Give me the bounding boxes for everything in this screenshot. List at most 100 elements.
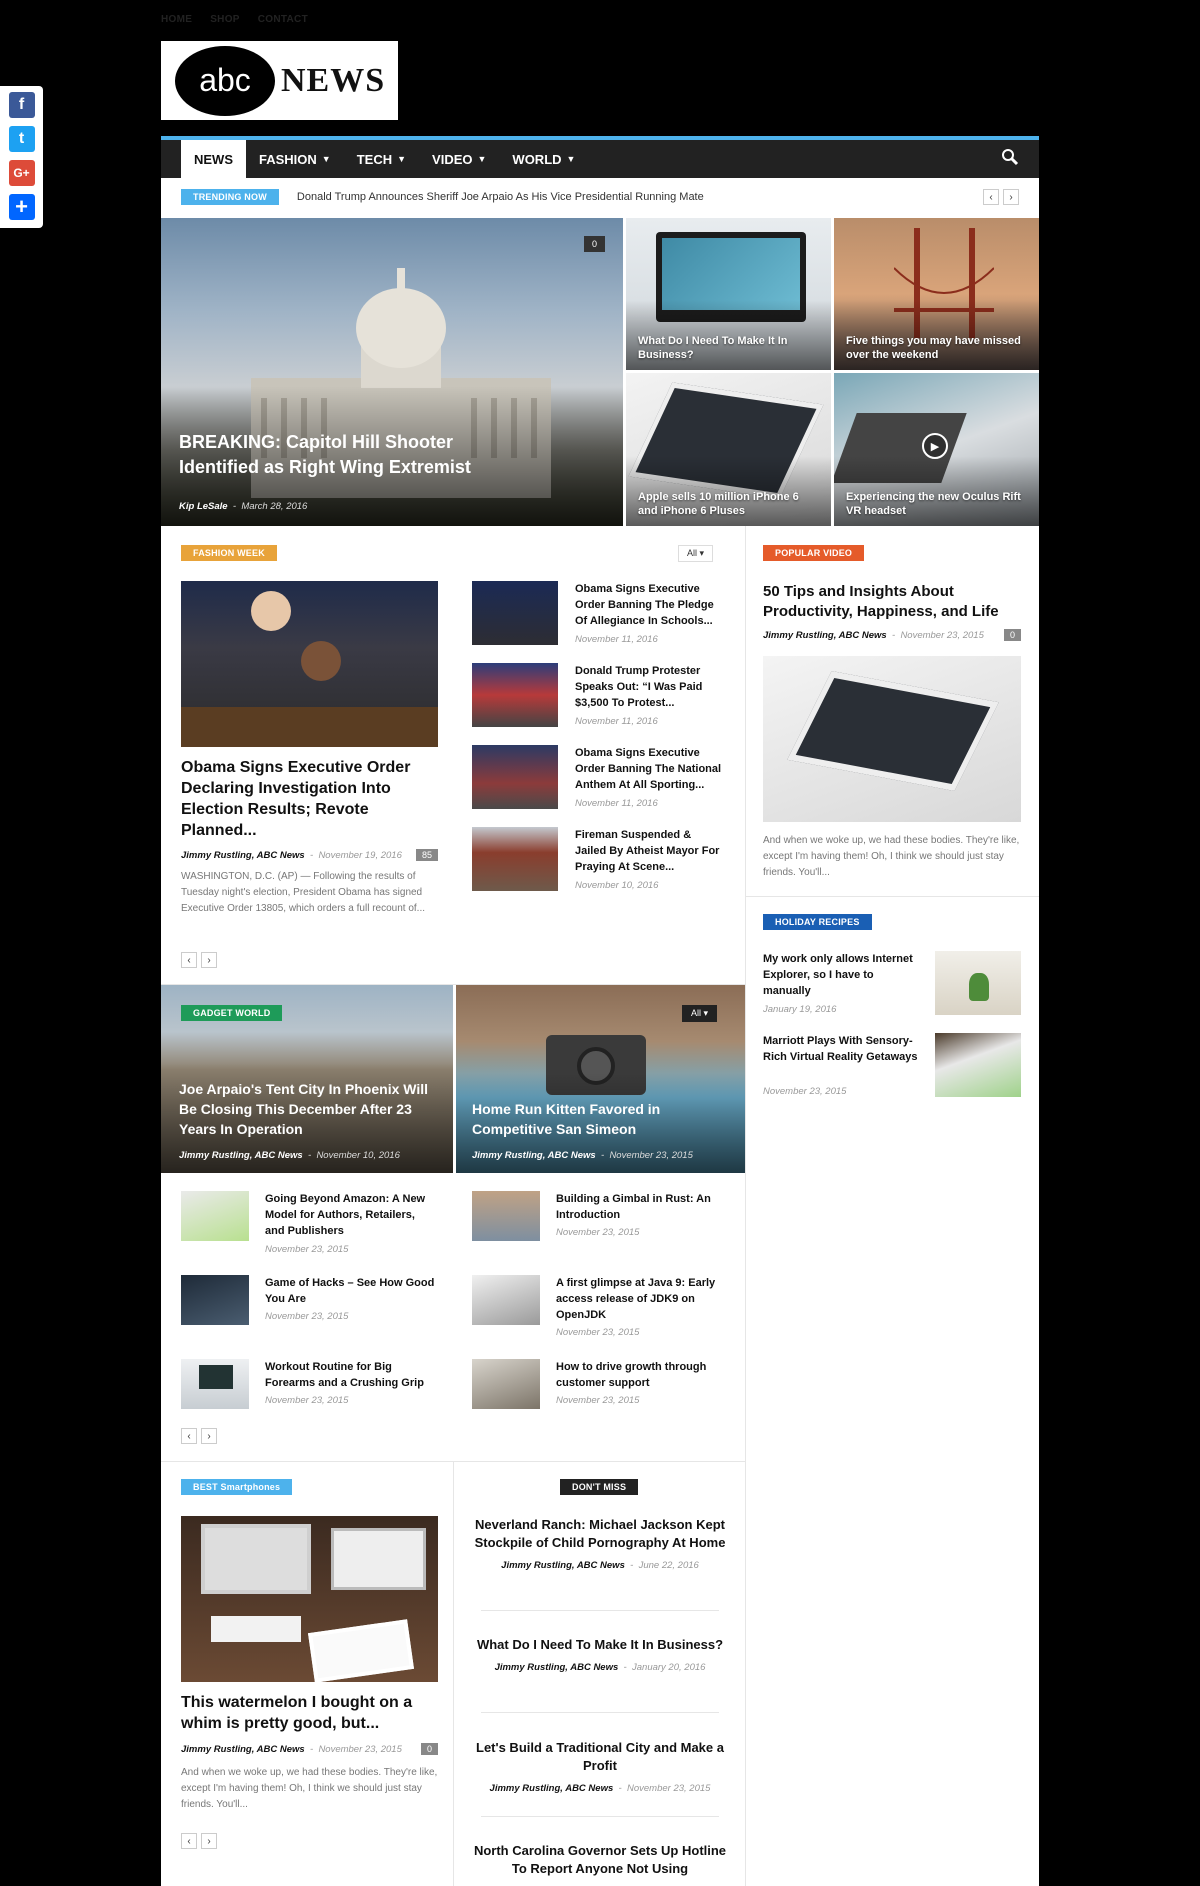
gadget-list-title-3[interactable]: Game of Hacks – See How Good You Are bbox=[265, 1275, 435, 1307]
hero-main-tile[interactable]: 0 BREAKING: Capitol Hill Shooter Identif… bbox=[161, 218, 623, 526]
gadget-list-date-1: November 23, 2015 bbox=[265, 1244, 349, 1255]
chevron-right-icon[interactable]: › bbox=[201, 1428, 217, 1444]
gadget-left-title[interactable]: Joe Arpaio's Tent City In Phoenix Will B… bbox=[179, 1079, 439, 1139]
nav-video[interactable]: VIDEO ▼ bbox=[419, 140, 499, 178]
comment-count[interactable]: 0 bbox=[420, 1743, 438, 1755]
dont-miss-title-4[interactable]: North Carolina Governor Sets Up Hotline … bbox=[469, 1842, 731, 1878]
fashion-main-title[interactable]: Obama Signs Executive Order Declaring In… bbox=[181, 757, 438, 841]
dont-miss-item-3: Let's Build a Traditional City and Make … bbox=[469, 1739, 731, 1794]
fashion-main-excerpt: WASHINGTON, D.C. (AP) — Following the re… bbox=[181, 871, 426, 914]
popular-video-label: POPULAR VIDEO bbox=[763, 545, 865, 561]
gadget-list-title-5[interactable]: Workout Routine for Big Forearms and a C… bbox=[265, 1359, 435, 1391]
gadget-list-title-6[interactable]: How to drive growth through customer sup… bbox=[556, 1359, 726, 1391]
chevron-right-icon[interactable]: › bbox=[201, 952, 217, 968]
fashion-filter-dropdown[interactable]: All ▾ bbox=[678, 545, 714, 562]
chevron-left-icon[interactable]: ‹ bbox=[983, 189, 999, 205]
dont-miss-title-2[interactable]: What Do I Need To Make It In Business? bbox=[469, 1636, 731, 1654]
twitter-icon[interactable]: t bbox=[8, 126, 35, 152]
list-thumb[interactable] bbox=[472, 827, 558, 891]
hero-tile-1-title[interactable]: What Do I Need To Make It In Business? bbox=[638, 334, 819, 362]
fashion-week-label: FASHION WEEK bbox=[181, 545, 277, 561]
hero-main-title[interactable]: BREAKING: Capitol Hill Shooter Identifie… bbox=[179, 430, 523, 480]
top-menu-shop[interactable]: SHOP bbox=[210, 14, 240, 25]
hero-tile-2-title[interactable]: Five things you may have missed over the… bbox=[846, 334, 1027, 362]
popular-image[interactable] bbox=[763, 656, 1021, 822]
holiday-thumb-1[interactable] bbox=[935, 951, 1021, 1015]
dont-miss-title-1[interactable]: Neverland Ranch: Michael Jackson Kept St… bbox=[469, 1516, 731, 1552]
comment-count[interactable]: 85 bbox=[415, 849, 438, 861]
trending-label: TRENDING NOW bbox=[181, 189, 279, 205]
gadget-list-title-2[interactable]: Building a Gimbal in Rust: An Introducti… bbox=[556, 1191, 726, 1223]
hero-tile-1[interactable]: What Do I Need To Make It In Business? bbox=[626, 218, 831, 370]
facebook-icon[interactable]: f bbox=[8, 92, 35, 118]
gadget-list-date-6: November 23, 2015 bbox=[556, 1395, 640, 1406]
fashion-main-image[interactable] bbox=[181, 581, 438, 747]
top-menu-contact[interactable]: CONTACT bbox=[258, 14, 308, 25]
gadget-right-meta: Jimmy Rustling, ABC News - November 23, … bbox=[472, 1150, 693, 1161]
list-thumb[interactable] bbox=[181, 1275, 249, 1325]
gadget-list-date-4: November 23, 2015 bbox=[556, 1327, 640, 1338]
hero-tile-3-title[interactable]: Apple sells 10 million iPhone 6 and iPho… bbox=[638, 490, 819, 518]
popular-meta: Jimmy Rustling, ABC News - November 23, … bbox=[763, 629, 1021, 641]
gadget-right-tile[interactable]: All ▾ Home Run Kitten Favored in Competi… bbox=[456, 985, 745, 1173]
list-thumb[interactable] bbox=[472, 745, 558, 809]
list-thumb[interactable] bbox=[181, 1359, 249, 1409]
chevron-right-icon[interactable]: › bbox=[201, 1833, 217, 1849]
holiday-date-1: January 19, 2016 bbox=[763, 1004, 837, 1015]
gadget-list-title-1[interactable]: Going Beyond Amazon: A New Model for Aut… bbox=[265, 1191, 435, 1239]
popular-title[interactable]: 50 Tips and Insights About Productivity,… bbox=[763, 582, 1021, 622]
dont-miss-item-2: What Do I Need To Make It In Business? J… bbox=[469, 1636, 731, 1673]
dont-miss-title-3[interactable]: Let's Build a Traditional City and Make … bbox=[469, 1739, 731, 1775]
site-logo[interactable]: abc NEWS bbox=[161, 41, 398, 120]
top-menu-home[interactable]: HOME bbox=[161, 14, 192, 25]
chevron-left-icon[interactable]: ‹ bbox=[181, 952, 197, 968]
gadget-list-date-5: November 23, 2015 bbox=[265, 1395, 349, 1406]
google-plus-icon[interactable]: G+ bbox=[8, 160, 35, 186]
nav-tech[interactable]: TECH ▼ bbox=[344, 140, 419, 178]
popular-excerpt: And when we woke up, we had these bodies… bbox=[763, 835, 1020, 878]
gadget-list-title-4[interactable]: A first glimpse at Java 9: Early access … bbox=[556, 1275, 726, 1323]
gadget-list-date-2: November 23, 2015 bbox=[556, 1227, 640, 1238]
smart-title[interactable]: This watermelon I bought on a whim is pr… bbox=[181, 1692, 438, 1734]
hero-comment-count[interactable]: 0 bbox=[583, 236, 605, 252]
nav-fashion[interactable]: FASHION ▼ bbox=[246, 140, 344, 178]
comment-count[interactable]: 0 bbox=[1003, 629, 1021, 641]
fashion-list-title-3[interactable]: Obama Signs Executive Order Banning The … bbox=[575, 745, 725, 793]
gadget-right-title[interactable]: Home Run Kitten Favored in Competitive S… bbox=[472, 1099, 725, 1139]
chevron-down-icon: ▼ bbox=[477, 154, 487, 164]
share-icon[interactable]: + bbox=[8, 194, 35, 220]
gadget-filter-dropdown[interactable]: All ▾ bbox=[682, 1005, 718, 1022]
chevron-left-icon[interactable]: ‹ bbox=[181, 1428, 197, 1444]
fashion-list-title-4[interactable]: Fireman Suspended & Jailed By Atheist Ma… bbox=[575, 827, 725, 875]
nav-news[interactable]: NEWS bbox=[181, 140, 246, 178]
holiday-thumb-2[interactable] bbox=[935, 1033, 1021, 1097]
dont-miss-item-1: Neverland Ranch: Michael Jackson Kept St… bbox=[469, 1516, 731, 1571]
list-thumb[interactable] bbox=[181, 1191, 249, 1241]
holiday-title-2[interactable]: Marriott Plays With Sensory-Rich Virtual… bbox=[763, 1033, 923, 1065]
gadget-left-tile[interactable]: GADGET WORLD Joe Arpaio's Tent City In P… bbox=[161, 985, 453, 1173]
search-icon[interactable] bbox=[1001, 148, 1019, 166]
smart-image[interactable] bbox=[181, 1516, 438, 1682]
chevron-down-icon: ▼ bbox=[397, 154, 407, 164]
list-thumb[interactable] bbox=[472, 663, 558, 727]
hero-tile-4-title[interactable]: Experiencing the new Oculus Rift VR head… bbox=[846, 490, 1027, 518]
dont-miss-label: DON'T MISS bbox=[560, 1479, 639, 1495]
fashion-list-date-1: November 11, 2016 bbox=[575, 634, 658, 645]
holiday-title-1[interactable]: My work only allows Internet Explorer, s… bbox=[763, 951, 923, 999]
list-thumb[interactable] bbox=[472, 1275, 540, 1325]
chevron-right-icon[interactable]: › bbox=[1003, 189, 1019, 205]
nav-world[interactable]: WORLD ▼ bbox=[499, 140, 588, 178]
trending-headline[interactable]: Donald Trump Announces Sheriff Joe Arpai… bbox=[297, 191, 704, 203]
hero-tile-3[interactable]: Apple sells 10 million iPhone 6 and iPho… bbox=[626, 373, 831, 526]
list-thumb[interactable] bbox=[472, 1191, 540, 1241]
list-thumb[interactable] bbox=[472, 581, 558, 645]
hero-tile-4[interactable]: ▶ Experiencing the new Oculus Rift VR he… bbox=[834, 373, 1039, 526]
fashion-list-title-1[interactable]: Obama Signs Executive Order Banning The … bbox=[575, 581, 725, 629]
fashion-list-title-2[interactable]: Donald Trump Protester Speaks Out: “I Wa… bbox=[575, 663, 725, 711]
chevron-left-icon[interactable]: ‹ bbox=[181, 1833, 197, 1849]
hero-tile-2[interactable]: Five things you may have missed over the… bbox=[834, 218, 1039, 370]
main-nav: NEWS FASHION ▼ TECH ▼ VIDEO ▼ WORLD ▼ bbox=[161, 136, 1039, 178]
chevron-down-icon: ▼ bbox=[321, 154, 331, 164]
list-thumb[interactable] bbox=[472, 1359, 540, 1409]
dont-miss-meta-2: Jimmy Rustling, ABC News - January 20, 2… bbox=[494, 1662, 706, 1673]
